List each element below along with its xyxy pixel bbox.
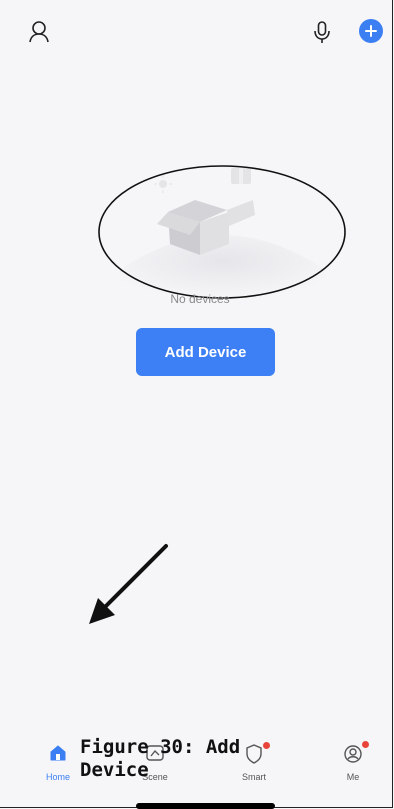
home-indicator xyxy=(136,803,275,809)
no-devices-text: No devices xyxy=(170,292,230,306)
arrow-annotation-icon xyxy=(89,544,168,624)
microphone-icon[interactable] xyxy=(312,20,332,44)
user-icon[interactable] xyxy=(28,20,50,44)
tab-me[interactable]: Me xyxy=(318,738,388,788)
home-icon xyxy=(50,745,66,761)
screen-frame xyxy=(0,0,393,808)
tab-me-label: Me xyxy=(346,772,360,782)
me-badge xyxy=(362,741,369,748)
empty-box-illustration xyxy=(98,165,346,300)
plus-icon[interactable] xyxy=(359,19,383,43)
add-device-button[interactable]: Add Device xyxy=(136,328,275,376)
figure-caption: Figure 30: Add Device xyxy=(80,736,241,781)
me-icon xyxy=(344,745,362,763)
